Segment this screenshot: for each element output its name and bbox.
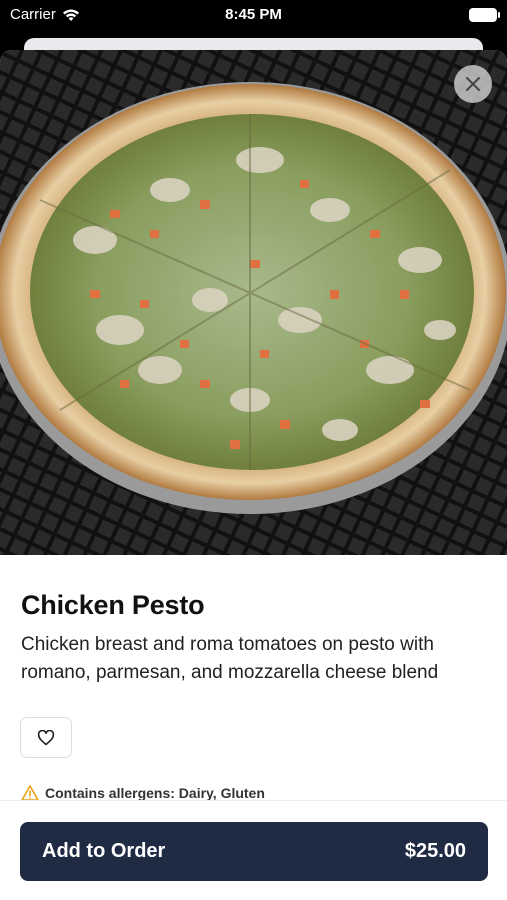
item-detail-sheet: Chicken Pesto Chicken breast and roma to…	[0, 50, 507, 900]
favorite-button[interactable]	[20, 717, 72, 758]
close-button[interactable]	[454, 65, 492, 103]
warning-triangle-icon	[21, 785, 39, 801]
allergen-text: Contains allergens: Dairy, Gluten	[45, 785, 265, 801]
close-icon	[466, 77, 480, 91]
status-bar: Carrier 8:45 PM	[0, 0, 507, 32]
heart-icon	[37, 729, 55, 745]
order-price: $25.00	[404, 840, 466, 862]
item-title: Chicken Pesto	[21, 590, 205, 620]
pizza-image	[0, 50, 507, 555]
add-to-order-button[interactable]: Add to Order $25.00	[20, 822, 488, 881]
item-photo	[0, 50, 507, 555]
battery-icon	[469, 8, 500, 22]
allergen-notice: Contains allergens: Dairy, Gluten	[21, 785, 265, 801]
add-to-order-label: Add to Order	[42, 840, 166, 862]
item-description: Chicken breast and roma tomatoes on pest…	[21, 634, 439, 683]
status-time: 8:45 PM	[225, 6, 282, 23]
bottom-bar: Add to Order $25.00	[0, 800, 507, 900]
